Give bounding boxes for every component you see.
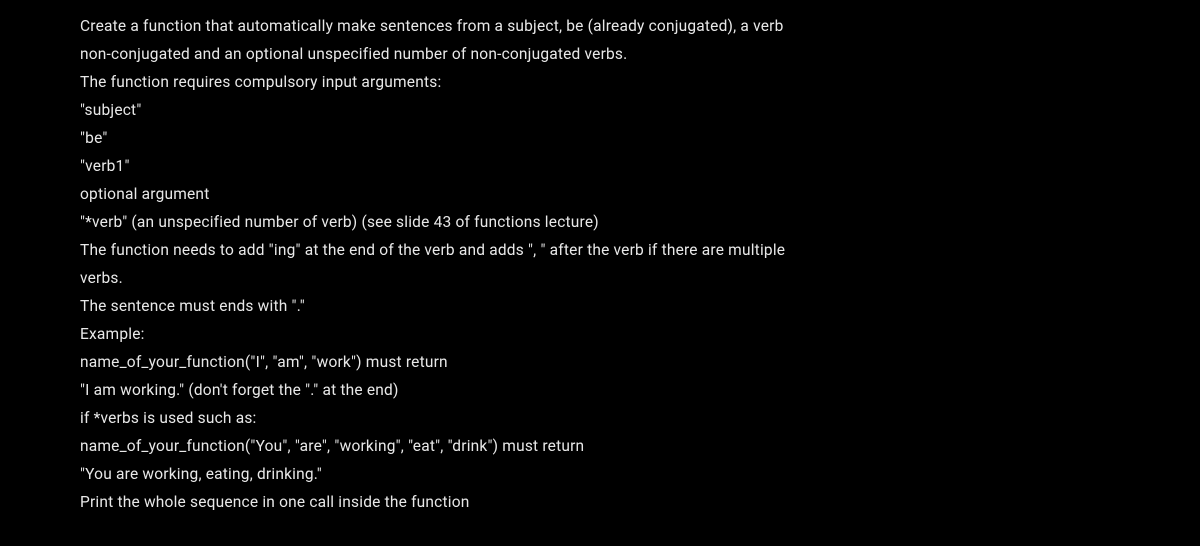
text-line: The function needs to add "ing" at the e… <box>80 236 1120 264</box>
text-line: if *verbs is used such as: <box>80 404 1120 432</box>
text-line: verbs. <box>80 264 1120 292</box>
text-line: "I am working." (don't forget the "." at… <box>80 376 1120 404</box>
text-line: optional argument <box>80 180 1120 208</box>
instructions-text-block: Create a function that automatically mak… <box>80 12 1120 516</box>
text-line: Print the whole sequence in one call ins… <box>80 488 1120 516</box>
text-line: The sentence must ends with "." <box>80 292 1120 320</box>
text-line: Create a function that automatically mak… <box>80 12 1120 40</box>
text-line: "You are working, eating, drinking." <box>80 460 1120 488</box>
text-line: "subject" <box>80 96 1120 124</box>
text-line: name_of_your_function("You", "are", "wor… <box>80 432 1120 460</box>
text-line: "be" <box>80 124 1120 152</box>
text-line: non-conjugated and an optional unspecifi… <box>80 40 1120 68</box>
text-line: Example: <box>80 320 1120 348</box>
text-line: The function requires compulsory input a… <box>80 68 1120 96</box>
text-line: "*verb" (an unspecified number of verb) … <box>80 208 1120 236</box>
text-line: name_of_your_function("I", "am", "work")… <box>80 348 1120 376</box>
text-line: "verb1" <box>80 152 1120 180</box>
